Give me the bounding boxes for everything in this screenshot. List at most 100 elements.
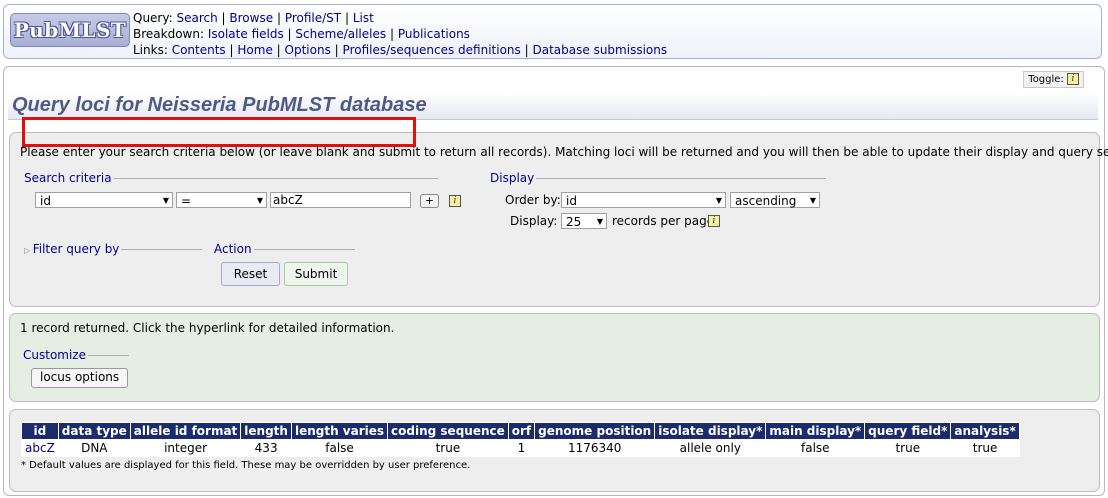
results-table-panel: id data type allele id format length len…	[9, 409, 1100, 492]
locus-id-link[interactable]: abcZ	[21, 439, 59, 457]
toggle-control[interactable]: Toggle: i	[1023, 71, 1084, 88]
nav-home-link[interactable]: Home	[237, 43, 272, 57]
records-per-page-select[interactable]: 25 ▼	[561, 213, 607, 229]
sort-direction-select[interactable]: ascending ▼	[730, 192, 820, 208]
filter-query-fieldset: ▷ Filter query by	[22, 242, 202, 256]
nav-browse-link[interactable]: Browse	[229, 11, 273, 25]
separator: |	[524, 43, 529, 57]
column-header[interactable]: id	[21, 422, 59, 440]
order-by-value: id	[566, 194, 577, 208]
info-icon[interactable]: i	[1067, 73, 1079, 85]
table-cell: true	[950, 439, 1020, 457]
info-icon[interactable]: i	[449, 195, 461, 207]
nav-database-submissions-link[interactable]: Database submissions	[533, 43, 668, 57]
nav-profiles-definitions-link[interactable]: Profiles/sequences definitions	[343, 43, 521, 57]
submit-button[interactable]: Submit	[284, 262, 348, 286]
add-criteria-button[interactable]: +	[420, 194, 439, 208]
links-label: Links:	[133, 43, 168, 57]
nav-isolate-fields-link[interactable]: Isolate fields	[208, 27, 284, 41]
results-summary: 1 record returned. Click the hyperlink f…	[20, 321, 395, 335]
table-cell: false	[765, 439, 866, 457]
customize-legend: Customize	[23, 348, 86, 362]
query-label: Query:	[133, 11, 173, 25]
nav-publications-link[interactable]: Publications	[398, 27, 470, 41]
separator: |	[334, 43, 339, 57]
column-header[interactable]: orf	[507, 422, 536, 440]
table-cell: 1176340	[534, 439, 656, 457]
separator: |	[276, 11, 281, 25]
column-header[interactable]: coding sequence	[387, 422, 509, 440]
table-row: abcZ DNA integer 433 false true 1 117634…	[21, 439, 1020, 457]
customize-fieldset: Customize	[21, 348, 129, 362]
table-cell: 1	[507, 439, 536, 457]
links-nav-row: Links: Contents | Home | Options | Profi…	[133, 42, 667, 58]
table-cell: 433	[240, 439, 292, 457]
chevron-down-icon: ▼	[809, 196, 816, 205]
column-header[interactable]: length	[240, 422, 292, 440]
chevron-down-icon: ▼	[162, 196, 169, 205]
locus-options-button[interactable]: locus options	[31, 368, 129, 388]
chevron-down-icon: ▼	[596, 217, 603, 226]
filter-query-legend: Filter query by	[32, 242, 120, 256]
nav-scheme-alleles-link[interactable]: Scheme/alleles	[295, 27, 386, 41]
column-header[interactable]: length varies	[290, 422, 389, 440]
column-header[interactable]: genome position	[534, 422, 656, 440]
query-nav-row: Query: Search | Browse | Profile/ST | Li…	[133, 10, 667, 26]
display-legend: Display	[490, 171, 535, 185]
separator: |	[344, 11, 349, 25]
pubmlst-logo[interactable]: PubMLST	[10, 13, 130, 47]
top-header: PubMLST Query: Search | Browse | Profile…	[3, 4, 1102, 59]
search-criteria-highlight-box	[22, 117, 416, 147]
records-per-page-label: records per page	[612, 214, 715, 228]
search-term-input[interactable]: abcZ	[270, 192, 411, 208]
breakdown-nav-row: Breakdown: Isolate fields | Scheme/allel…	[133, 26, 667, 42]
separator: |	[276, 43, 281, 57]
nav-profile-st-link[interactable]: Profile/ST	[285, 11, 341, 25]
separator: |	[229, 43, 234, 57]
column-header[interactable]: main display*	[765, 422, 866, 440]
nav-links: Query: Search | Browse | Profile/ST | Li…	[133, 10, 667, 58]
records-per-page-value: 25	[566, 215, 582, 229]
nav-search-link[interactable]: Search	[176, 11, 217, 25]
field-select[interactable]: id ▼	[35, 192, 173, 208]
table-cell: integer	[129, 439, 242, 457]
chevron-down-icon: ▼	[715, 196, 722, 205]
column-header[interactable]: allele id format	[129, 422, 242, 440]
locus-id-link-text[interactable]: abcZ	[25, 441, 55, 455]
operator-select[interactable]: = ▼	[176, 192, 267, 208]
title-bar: Query loci for Neisseria PubMLST databas…	[8, 93, 1098, 120]
page-title: Query loci for Neisseria PubMLST databas…	[12, 94, 427, 116]
separator: |	[389, 27, 394, 41]
separator: |	[221, 11, 226, 25]
results-panel: 1 record returned. Click the hyperlink f…	[9, 313, 1100, 402]
separator: |	[287, 27, 292, 41]
table-cell: true	[387, 439, 509, 457]
column-header[interactable]: analysis*	[950, 422, 1020, 440]
info-icon[interactable]: i	[708, 215, 720, 227]
search-instructions: Please enter your search criteria below …	[20, 145, 1108, 159]
display-fieldset: Display	[488, 171, 826, 185]
column-header[interactable]: query field*	[864, 422, 952, 440]
chevron-down-icon: ▼	[256, 196, 263, 205]
nav-contents-link[interactable]: Contents	[172, 43, 226, 57]
results-table: id data type allele id format length len…	[21, 422, 1020, 457]
field-select-value: id	[40, 194, 51, 208]
column-header[interactable]: isolate display*	[654, 422, 767, 440]
table-header-row: id data type allele id format length len…	[21, 422, 1020, 440]
action-fieldset: Action	[212, 242, 355, 256]
display-label: Display:	[510, 214, 558, 228]
table-cell: true	[864, 439, 952, 457]
order-by-label: Order by:	[505, 193, 561, 207]
nav-options-link[interactable]: Options	[285, 43, 331, 57]
table-cell: allele only	[654, 439, 767, 457]
reset-button[interactable]: Reset	[221, 262, 280, 286]
nav-list-link[interactable]: List	[353, 11, 374, 25]
toggle-label: Toggle:	[1028, 74, 1064, 85]
column-header[interactable]: data type	[57, 422, 131, 440]
search-criteria-legend: Search criteria	[24, 171, 112, 185]
order-by-select[interactable]: id ▼	[561, 192, 726, 208]
search-criteria-fieldset: Search criteria	[22, 171, 438, 185]
action-legend: Action	[214, 242, 252, 256]
expand-arrow-icon: ▷	[24, 246, 33, 255]
filter-query-toggle[interactable]: ▷ Filter query by	[22, 242, 121, 256]
